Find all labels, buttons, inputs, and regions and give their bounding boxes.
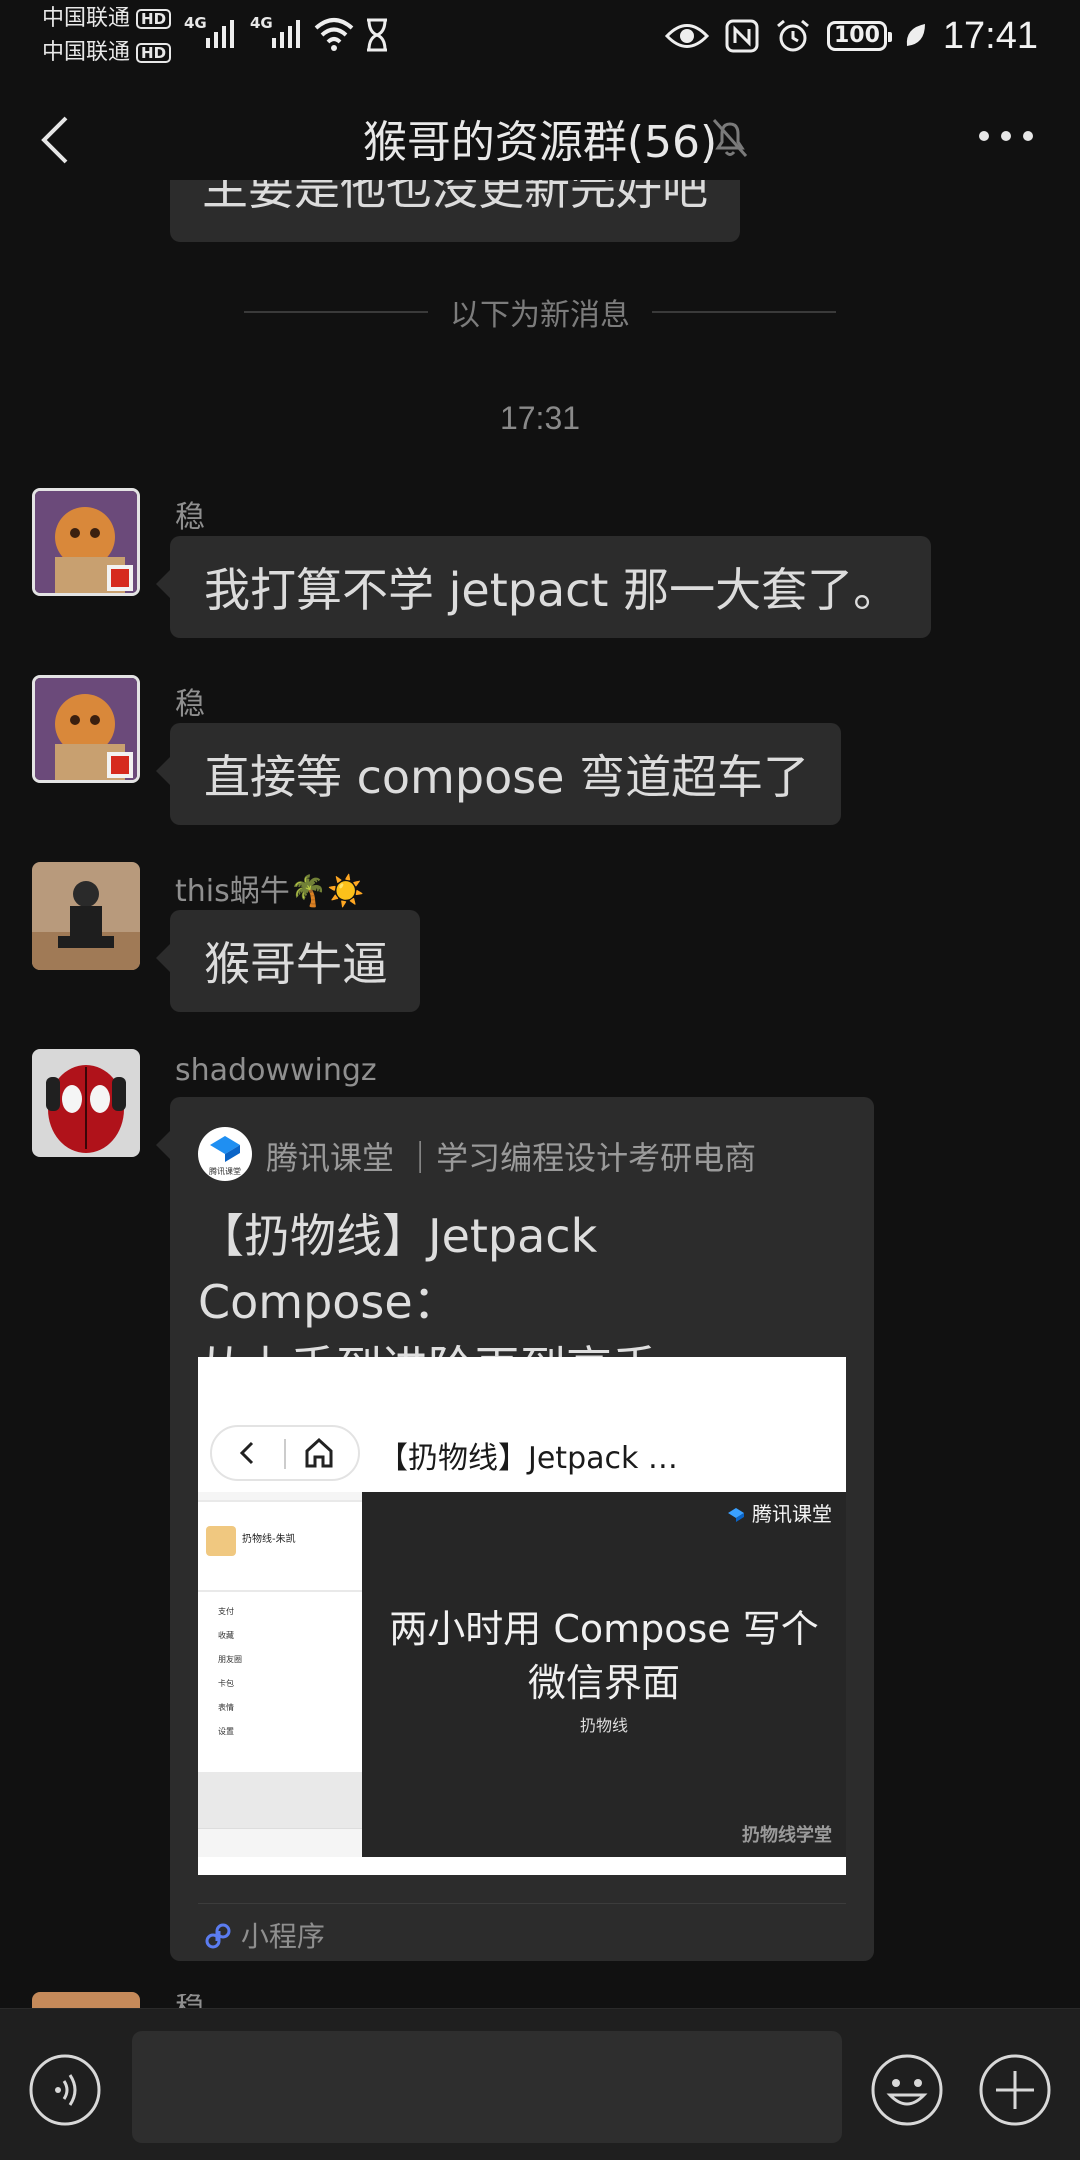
mini-program-label: 小程序 — [204, 1915, 325, 1955]
muted-bell-icon — [712, 119, 748, 157]
avatar[interactable] — [32, 1049, 140, 1157]
avatar[interactable] — [32, 488, 140, 596]
thumb-nav-bar — [210, 1425, 360, 1481]
avatar[interactable] — [32, 675, 140, 783]
phone-menu-item: 设置 — [218, 1727, 234, 1736]
voice-input-icon[interactable] — [28, 2053, 102, 2127]
thumb-url-text: 【扔物线】Jetpack … — [378, 1441, 678, 1476]
mini-program-icon — [205, 1923, 231, 1949]
mini-program-card[interactable]: 腾讯课堂 腾讯课堂 ｜学习编程设计考研电商 【扔物线】Jetpack Compo… — [156, 1097, 874, 1961]
phone-menu-item: 朋友圈 — [218, 1655, 242, 1664]
message-bubble[interactable]: 我打算不学 jetpact 那一大套了。 — [155, 536, 932, 638]
network-type-1: 4G — [184, 14, 207, 32]
video-watermark: 扔物线学堂 — [742, 1825, 832, 1846]
chat-header: 猴哥的资源群(56) — [0, 100, 1080, 180]
home-icon — [305, 1437, 333, 1468]
card-source: 腾讯课堂 ｜学习编程设计考研电商 — [266, 1139, 757, 1177]
sender-name: shadowwingz — [175, 1053, 377, 1088]
phone-menu-item: 表情 — [218, 1703, 234, 1712]
input-bar — [0, 2008, 1080, 2160]
phone-menu-list: 支付收藏朋友圈卡包表情设置 — [218, 1600, 242, 1744]
partial-message: 主要是他也没更新完好吧 — [170, 180, 740, 242]
chevron-left-icon — [239, 1441, 254, 1465]
partial-message-text: 主要是他也没更新完好吧 — [170, 180, 740, 242]
more-options-icon[interactable] — [978, 126, 1034, 146]
add-more-icon[interactable] — [978, 2053, 1052, 2127]
alarm-icon — [777, 19, 809, 52]
signal-icon — [206, 20, 234, 48]
sender-name: 稳 — [175, 500, 205, 535]
tencent-classroom-logo: 腾讯课堂 — [198, 1127, 252, 1181]
phone-menu-item: 收藏 — [218, 1631, 234, 1640]
emoji-icon[interactable] — [870, 2053, 944, 2127]
video-subtitle: 扔物线 — [579, 1716, 628, 1735]
card-thumbnail: 【扔物线】Jetpack … 扔物线-朱凯 支付 收藏 朋友圈 卡包 表情 设置 腾讯课堂… — [198, 1357, 846, 1875]
video-preview: 扔物线-朱凯 支付 收藏 朋友圈 卡包 表情 设置 腾讯课堂 两小时用 Compose 写… — [198, 1492, 846, 1857]
message-timestamp: 17:31 — [499, 400, 581, 436]
video-brand: 腾讯课堂 — [726, 1498, 832, 1527]
phone-mockup: 扔物线-朱凯 支付 收藏 朋友圈 卡包 表情 设置 — [198, 1492, 362, 1857]
chat-title: 猴哥的资源群(56) — [362, 117, 718, 168]
new-messages-divider: 以下为新消息 — [244, 290, 836, 334]
sender-name: 稳 — [175, 687, 205, 722]
message-input[interactable] — [132, 2031, 842, 2143]
message-bubble[interactable]: 直接等 compose 弯道超车了 — [155, 723, 842, 825]
carrier-2: 中国联通 HD — [42, 40, 172, 66]
signal-icon-2 — [272, 20, 300, 48]
message-bubble[interactable]: 猴哥牛逼 — [156, 910, 420, 1012]
hourglass-icon — [367, 18, 387, 52]
avatar[interactable] — [32, 862, 140, 970]
video-title: 两小时用 Compose 写个 微信界面 — [389, 1607, 819, 1705]
nfc-icon — [725, 19, 759, 53]
network-type-2: 4G — [250, 14, 273, 32]
phone-menu-item: 支付 — [218, 1607, 234, 1616]
sender-name: this蜗牛🌴☀️ — [175, 874, 365, 909]
avatar-partial — [32, 1992, 140, 2008]
phone-menu-item: 卡包 — [218, 1679, 234, 1688]
battery-indicator: 100 — [826, 21, 892, 51]
power-saving-leaf-icon — [906, 24, 925, 46]
status-bar: 中国联通 HD 中国联通 HD 4G 4G 100 17:41 — [0, 0, 1080, 72]
svg-text:腾讯课堂: 腾讯课堂 — [209, 1166, 241, 1176]
carrier-1: 中国联通 HD — [42, 6, 172, 32]
sender-name-partial: 稳 — [175, 1994, 205, 2008]
clock: 17:41 — [942, 14, 1038, 57]
wifi-icon — [314, 18, 354, 51]
eye-comfort-icon — [664, 24, 709, 48]
